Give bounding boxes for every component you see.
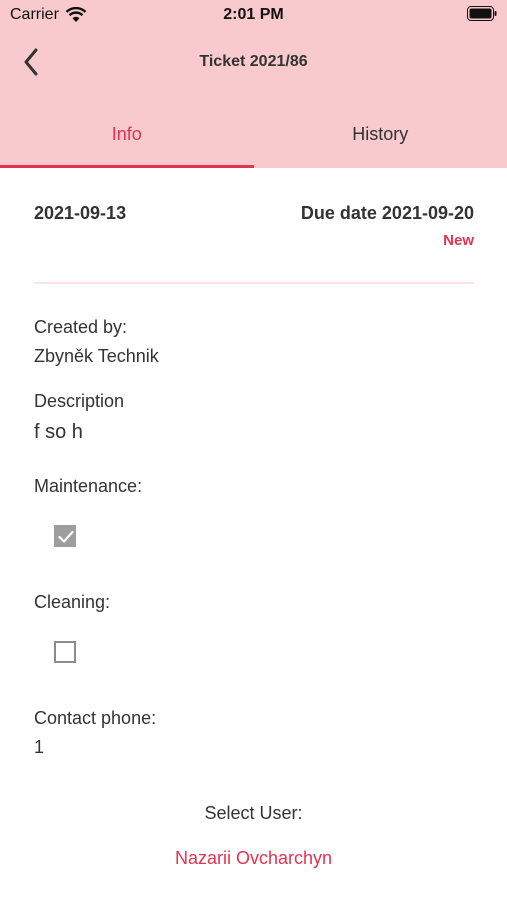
- description-label: Description: [34, 391, 125, 411]
- date-row: 2021-09-13 Due date 2021-09-20 New: [34, 200, 474, 260]
- cleaning-checkbox[interactable]: [54, 641, 76, 663]
- cleaning-label: Cleaning:: [34, 592, 111, 612]
- select-user-label: Select User:: [204, 803, 303, 823]
- maintenance-label: Maintenance:: [34, 476, 143, 496]
- checkmark-icon: [58, 530, 74, 543]
- contact-phone-label: Contact phone:: [34, 708, 157, 728]
- navigation-bar: Ticket 2021/86: [0, 40, 507, 84]
- status-time: 2:01 PM: [223, 6, 284, 23]
- contact-phone-value: 1: [34, 737, 45, 757]
- tab-history[interactable]: History: [254, 112, 507, 168]
- description-value: f so h: [34, 421, 83, 443]
- created-date: 2021-09-13: [34, 203, 127, 223]
- tab-bar: Info History: [0, 112, 507, 168]
- status-badge: New: [443, 232, 474, 249]
- tab-info[interactable]: Info: [0, 112, 254, 168]
- header: Carrier 2:01 PM Ticket 2021/86 Info Hist…: [0, 0, 507, 168]
- created-by-value: Zbyněk Technik: [34, 346, 159, 366]
- divider: [34, 282, 474, 284]
- created-by-label: Created by:: [34, 317, 128, 337]
- page-title: Ticket 2021/86: [199, 53, 308, 70]
- due-date: Due date 2021-09-20: [300, 203, 474, 223]
- ticket-summary: 2021-09-13 Due date 2021-09-20 New: [34, 200, 474, 260]
- select-user-value[interactable]: Nazarii Ovcharchyn: [0, 848, 507, 869]
- status-bar: Carrier 2:01 PM: [0, 0, 507, 30]
- battery-icon: [467, 6, 497, 21]
- maintenance-checkbox[interactable]: [54, 525, 76, 547]
